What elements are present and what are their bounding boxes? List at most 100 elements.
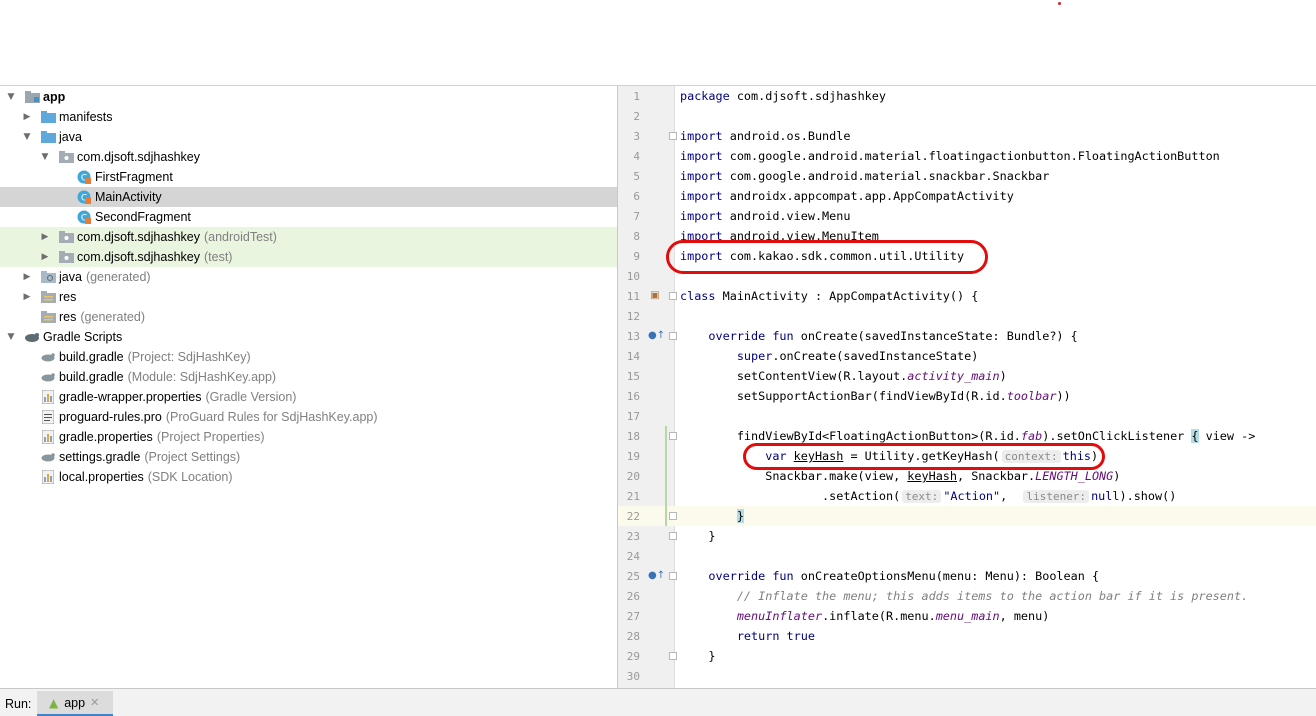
fold-marker-icon[interactable] [669, 532, 677, 540]
tree-item-label: SecondFragment [95, 210, 191, 224]
tree-item[interactable]: ▶ manifests [0, 107, 617, 127]
code-line[interactable]: 25 ●↑ override fun onCreateOptionsMenu(me… [618, 566, 1316, 586]
code-text: super.onCreate(savedInstanceState) [680, 349, 979, 363]
code-line[interactable]: 5 import com.google.android.material.snac… [618, 166, 1316, 186]
code-token: com.djsoft.sdjhashkey [736, 89, 886, 103]
fold-marker-icon[interactable] [669, 332, 677, 340]
fold-marker-icon[interactable] [669, 572, 677, 580]
code-line[interactable]: 29 } [618, 646, 1316, 666]
code-line[interactable]: 14 super.onCreate(savedInstanceState) [618, 346, 1316, 366]
code-text: class MainActivity : AppCompatActivity()… [680, 289, 978, 303]
vcs-change-marker [665, 426, 667, 526]
tree-item-label: res [59, 310, 77, 324]
expand-right-icon[interactable]: ▶ [40, 232, 50, 242]
line-number: 3 [633, 130, 640, 143]
tree-item[interactable]: res (generated) [0, 307, 617, 327]
code-line[interactable]: 13 ●↑ override fun onCreate(savedInstance… [618, 326, 1316, 346]
override-gutter-icon[interactable]: ●↑ [648, 569, 665, 583]
code-token: package [680, 89, 737, 103]
fold-marker-icon[interactable] [669, 292, 677, 300]
tree-item[interactable]: ▶ com.djsoft.sdjhashkey (androidTest) [0, 227, 617, 247]
tree-item[interactable]: C SecondFragment [0, 207, 617, 227]
tree-item[interactable]: proguard-rules.pro (ProGuard Rules for Sd… [0, 407, 617, 427]
tree-item[interactable]: build.gradle (Module: SdjHashKey.app) [0, 367, 617, 387]
code-line[interactable]: 27 menuInflater.inflate(R.menu.menu_main… [618, 606, 1316, 626]
code-line[interactable]: 6 import androidx.appcompat.app.AppCompat… [618, 186, 1316, 206]
code-token: com.google.android.material.floatingacti… [729, 149, 1220, 163]
code-token: androidx.appcompat.app.AppCompatActivity [729, 189, 1014, 203]
code-token: Snackbar.make(view, [680, 469, 908, 483]
code-text: return true [680, 629, 815, 643]
tree-item[interactable]: local.properties (SDK Location) [0, 467, 617, 487]
code-line[interactable]: 21 .setAction(text: "Action", listener: nu… [618, 486, 1316, 506]
expand-right-icon[interactable]: ▶ [22, 292, 32, 302]
tree-item[interactable]: ▼ app [0, 87, 617, 107]
expand-right-icon[interactable]: ▶ [40, 252, 50, 262]
fold-marker-icon[interactable] [669, 432, 677, 440]
fold-marker-icon[interactable] [669, 512, 677, 520]
tree-item[interactable]: ▶ com.djsoft.sdjhashkey (test) [0, 247, 617, 267]
tree-item[interactable]: ▶ res [0, 287, 617, 307]
code-token: .inflate(R.menu. [822, 609, 936, 623]
code-editor[interactable]: 1 package com.djsoft.sdjhashkey 2 3 import a… [617, 86, 1316, 688]
tree-item[interactable]: ▼ Gradle Scripts [0, 327, 617, 347]
tree-item[interactable]: C FirstFragment [0, 167, 617, 187]
code-line[interactable]: 24 [618, 546, 1316, 566]
code-text: } [680, 509, 744, 523]
code-token: ).show() [1119, 489, 1177, 503]
expand-down-icon[interactable]: ▼ [6, 92, 16, 102]
override-gutter-icon[interactable]: ●↑ [648, 329, 665, 343]
fold-marker-icon[interactable] [669, 132, 677, 140]
expand-right-icon[interactable]: ▶ [22, 272, 32, 282]
code-line[interactable]: 3 import android.os.Bundle [618, 126, 1316, 146]
fold-marker-icon[interactable] [669, 652, 677, 660]
tree-item-label: app [43, 90, 66, 104]
line-number: 16 [626, 390, 640, 403]
code-text: import android.view.Menu [680, 209, 850, 223]
code-line[interactable]: 1 package com.djsoft.sdjhashkey [618, 86, 1316, 106]
code-token: class [680, 289, 723, 303]
res-folder-icon [40, 310, 56, 324]
tree-item[interactable]: gradle.properties (Project Properties) [0, 427, 617, 447]
run-tab-app[interactable]: ▲ app ✕ [37, 691, 113, 716]
code-line[interactable]: 7 import android.view.Menu [618, 206, 1316, 226]
tree-item[interactable]: gradle-wrapper.properties (Gradle Version… [0, 387, 617, 407]
expand-down-icon[interactable]: ▼ [22, 132, 32, 142]
code-line[interactable]: 12 [618, 306, 1316, 326]
tree-item[interactable]: C MainActivity [0, 187, 617, 207]
kotlin-class-icon: C [76, 190, 92, 204]
code-line[interactable]: 16 setSupportActionBar(findViewById(R.id… [618, 386, 1316, 406]
code-line[interactable]: 11 ▣ class MainActivity : AppCompatActivit… [618, 286, 1316, 306]
close-icon[interactable]: ✕ [90, 696, 99, 709]
tree-item[interactable]: ▼ com.djsoft.sdjhashkey [0, 147, 617, 167]
tree-item-hint: (test) [203, 250, 233, 264]
code-token: ).setOnClickListener [1042, 429, 1192, 443]
code-line[interactable]: 4 import com.google.android.material.floa… [618, 146, 1316, 166]
expand-right-icon[interactable]: ▶ [22, 112, 32, 122]
code-token: fab [1020, 429, 1043, 443]
line-number: 29 [626, 650, 640, 663]
code-line[interactable]: 28 return true [618, 626, 1316, 646]
code-line[interactable]: 2 [618, 106, 1316, 126]
code-text: findViewById<FloatingActionButton>(R.id.… [680, 429, 1255, 443]
code-line[interactable]: 26 // Inflate the menu; this adds items … [618, 586, 1316, 606]
code-line[interactable]: 22 } [618, 506, 1316, 526]
code-line[interactable]: 23 } [618, 526, 1316, 546]
code-token: LENGTH_LONG [1035, 469, 1114, 483]
gradle-file-icon [40, 350, 56, 364]
code-line[interactable]: 17 [618, 406, 1316, 426]
code-line[interactable]: 30 [618, 666, 1316, 686]
tree-item[interactable]: build.gradle (Project: SdjHashKey) [0, 347, 617, 367]
line-number: 23 [626, 530, 640, 543]
code-line[interactable]: 15 setContentView(R.layout.activity_main… [618, 366, 1316, 386]
expand-down-icon[interactable]: ▼ [40, 152, 50, 162]
tree-item-label: com.djsoft.sdjhashkey [77, 230, 200, 244]
tree-item[interactable]: ▼ java [0, 127, 617, 147]
code-token: .setAction( [680, 489, 901, 503]
class-gutter-icon[interactable]: ▣ [648, 289, 662, 303]
tree-item[interactable]: settings.gradle (Project Settings) [0, 447, 617, 467]
expand-down-icon[interactable]: ▼ [6, 332, 16, 342]
project-tree-panel[interactable]: ▼ app ▶ manifests ▼ java ▼ com.djsoft.sdjhashke… [0, 86, 617, 688]
tree-item[interactable]: ▶ java (generated) [0, 267, 617, 287]
